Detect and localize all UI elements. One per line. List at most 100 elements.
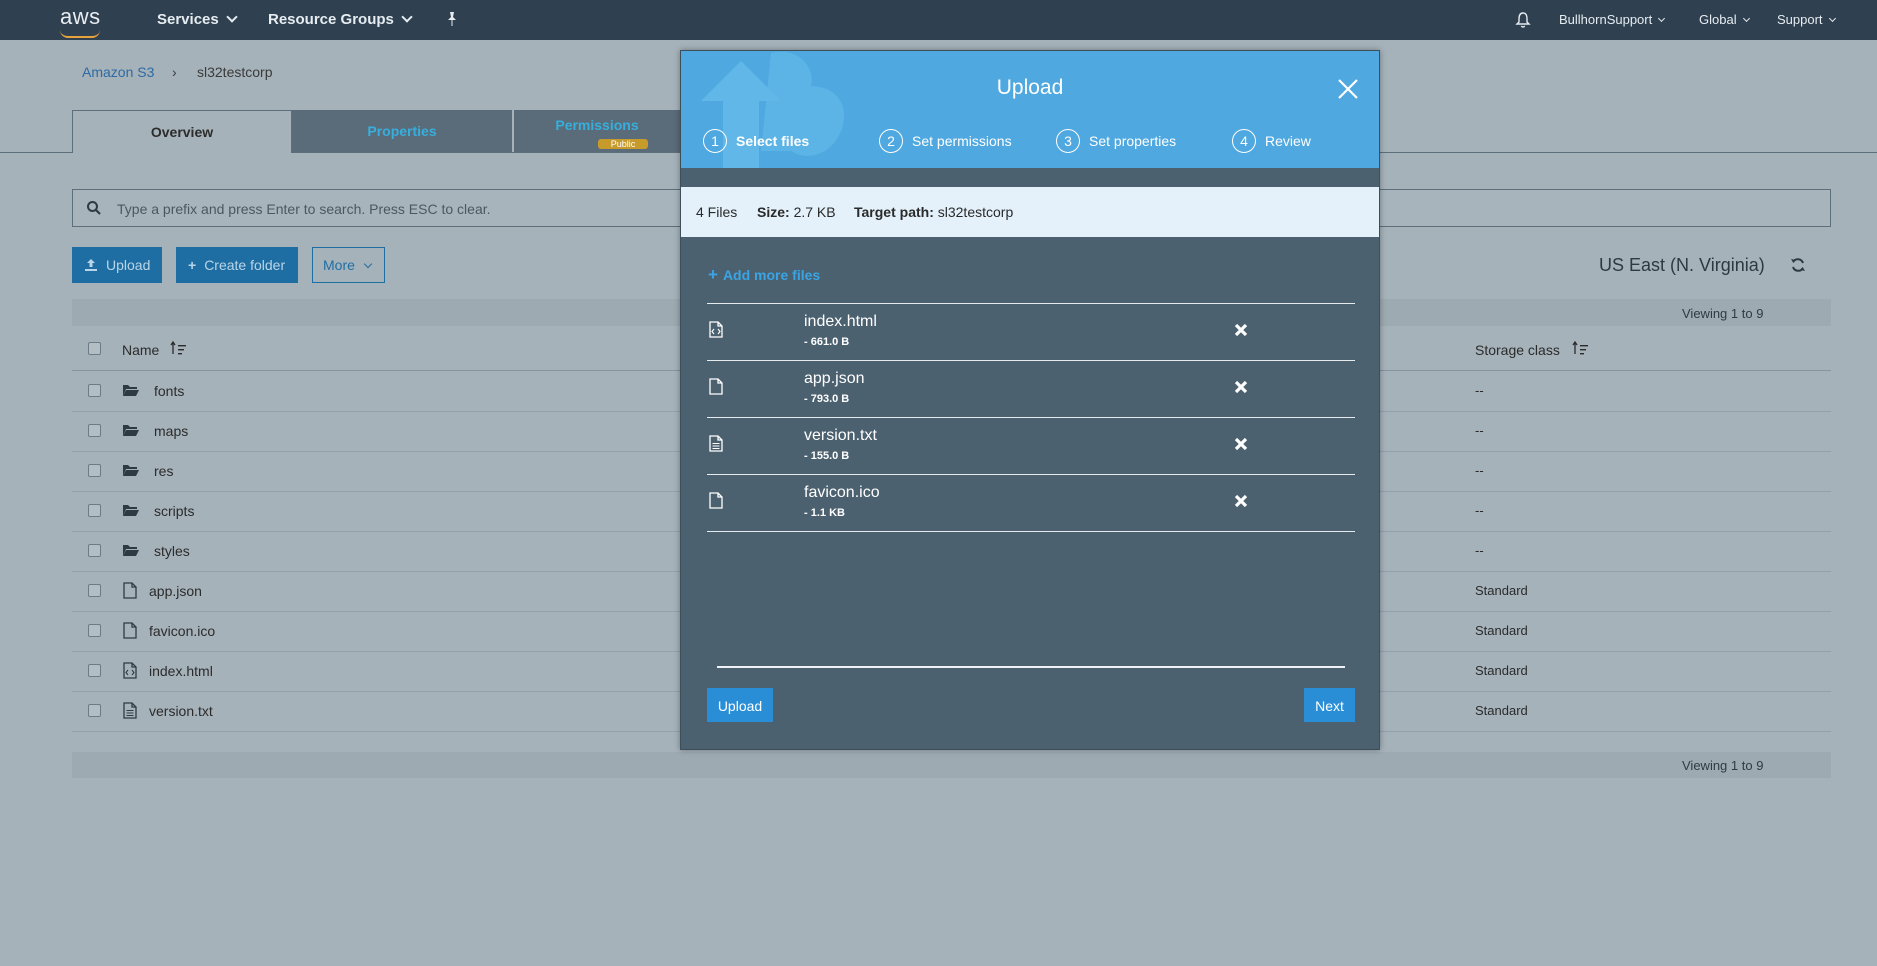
row-name[interactable]: maps <box>154 423 188 439</box>
folder-icon <box>122 383 140 402</box>
upload-button-label: Upload <box>106 257 151 273</box>
resource-groups-menu[interactable]: Resource Groups <box>268 11 413 28</box>
upload-progress-line <box>717 666 1345 668</box>
file-icon <box>709 378 723 400</box>
chevron-down-icon <box>401 11 413 23</box>
row-checkbox[interactable] <box>88 584 101 597</box>
sort-icon[interactable] <box>1572 340 1590 360</box>
create-folder-button[interactable]: + Create folder <box>176 247 298 283</box>
folder-icon <box>122 503 140 522</box>
support-menu-label: Support <box>1777 12 1823 27</box>
upload-file-name: favicon.ico <box>804 484 880 501</box>
folder-icon <box>122 423 140 442</box>
search-icon <box>86 200 102 221</box>
breadcrumb-separator: › <box>172 64 177 80</box>
chevron-down-icon <box>1742 14 1750 23</box>
upload-file-name: version.txt <box>804 427 877 444</box>
target-path: Target path: sl32testcorp <box>854 187 1013 237</box>
breadcrumb-amazon-s3[interactable]: Amazon S3 <box>82 64 154 80</box>
row-checkbox[interactable] <box>88 544 101 557</box>
remove-file-icon[interactable] <box>1234 380 1248 399</box>
row-checkbox[interactable] <box>88 704 101 717</box>
aws-smile-mark <box>60 30 100 38</box>
sort-icon[interactable] <box>170 340 188 360</box>
file-icon <box>123 622 137 644</box>
step-label: Review <box>1265 133 1311 149</box>
services-menu[interactable]: Services <box>157 11 238 28</box>
row-name[interactable]: version.txt <box>149 703 213 719</box>
step-select-files[interactable]: 1 Select files <box>703 129 809 155</box>
step-number: 1 <box>703 129 727 153</box>
more-dropdown-button[interactable]: More <box>312 247 385 283</box>
column-header-storage-class[interactable]: Storage class <box>1475 342 1560 358</box>
folder-icon <box>122 543 140 562</box>
row-checkbox[interactable] <box>88 624 101 637</box>
chevron-down-icon <box>363 259 373 269</box>
region-menu-label: Global <box>1699 12 1737 27</box>
row-name[interactable]: index.html <box>149 663 213 679</box>
target-path-label: Target path: <box>854 204 934 220</box>
code-file-icon <box>709 321 723 343</box>
row-name[interactable]: favicon.ico <box>149 623 215 639</box>
breadcrumb-bucket: sl32testcorp <box>197 64 273 80</box>
tab-permissions[interactable]: Permissions <box>514 110 680 152</box>
row-checkbox[interactable] <box>88 464 101 477</box>
upload-icon <box>85 259 97 271</box>
step-label: Set permissions <box>912 133 1012 149</box>
viewing-count-bottom: Viewing 1 to 9 <box>1682 758 1764 773</box>
row-name[interactable]: res <box>154 463 173 479</box>
upload-file-row: app.json - 793.0 B <box>707 361 1355 418</box>
folder-icon <box>122 463 140 482</box>
tab-properties[interactable]: Properties <box>292 110 512 152</box>
resource-groups-menu-label: Resource Groups <box>268 11 394 28</box>
row-checkbox[interactable] <box>88 384 101 397</box>
region-label: US East (N. Virginia) <box>1599 255 1765 275</box>
modal-upload-button[interactable]: Upload <box>707 688 773 722</box>
column-header-name[interactable]: Name <box>122 342 159 358</box>
upload-file-size: - 155.0 B <box>804 450 850 462</box>
remove-file-icon[interactable] <box>1234 494 1248 513</box>
target-path-value: sl32testcorp <box>937 204 1014 220</box>
code-file-icon <box>123 662 137 684</box>
row-checkbox[interactable] <box>88 504 101 517</box>
row-name[interactable]: app.json <box>149 583 202 599</box>
table-bottom-band <box>72 752 1831 778</box>
select-all-checkbox[interactable] <box>88 342 101 355</box>
step-label: Set properties <box>1089 133 1177 149</box>
account-menu[interactable]: BullhornSupport <box>1559 12 1666 27</box>
row-name[interactable]: styles <box>154 543 190 559</box>
pin-icon[interactable] <box>445 11 459 32</box>
row-storage-class: Standard <box>1475 623 1528 638</box>
size-value: 2.7 KB <box>793 204 836 220</box>
upload-button[interactable]: Upload <box>72 247 162 283</box>
step-set-permissions[interactable]: 2 Set permissions <box>879 129 1012 155</box>
row-checkbox[interactable] <box>88 424 101 437</box>
file-count: 4 Files <box>696 204 738 220</box>
chevron-down-icon <box>226 11 238 23</box>
region-menu[interactable]: Global <box>1699 12 1750 27</box>
tab-overview[interactable]: Overview <box>72 110 292 153</box>
bell-icon[interactable] <box>1515 11 1531 34</box>
upload-summary-bar: 4 Files Size: 2.7 KB Target path: sl32te… <box>681 187 1379 237</box>
row-storage-class: Standard <box>1475 583 1528 598</box>
create-folder-button-label: Create folder <box>204 257 286 273</box>
next-button[interactable]: Next <box>1304 688 1355 722</box>
step-set-properties[interactable]: 3 Set properties <box>1056 129 1176 155</box>
account-menu-label: BullhornSupport <box>1559 12 1653 27</box>
row-storage-class: Standard <box>1475 663 1528 678</box>
refresh-icon[interactable] <box>1790 257 1806 278</box>
text-file-icon <box>709 435 723 457</box>
aws-logo[interactable]: aws <box>60 4 101 38</box>
aws-logo-text: aws <box>60 4 101 29</box>
add-more-files-link[interactable]: + Add more files <box>708 265 820 285</box>
remove-file-icon[interactable] <box>1234 323 1248 342</box>
step-review[interactable]: 4 Review <box>1232 129 1311 155</box>
row-name[interactable]: fonts <box>154 383 184 399</box>
remove-file-icon[interactable] <box>1234 437 1248 456</box>
step-number: 4 <box>1232 129 1256 153</box>
close-icon[interactable] <box>1337 78 1359 105</box>
row-checkbox[interactable] <box>88 664 101 677</box>
support-menu[interactable]: Support <box>1777 12 1836 27</box>
top-navigation-bar: aws Services Resource Groups BullhornSup… <box>0 0 1877 40</box>
row-name[interactable]: scripts <box>154 503 194 519</box>
